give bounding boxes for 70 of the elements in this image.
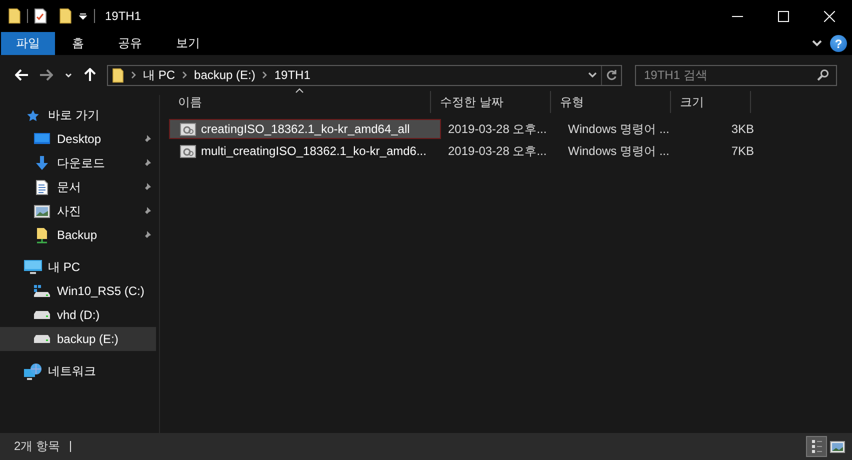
item-count: 2개 항목: [14, 438, 60, 455]
script-file-icon: [180, 144, 196, 158]
script-file-icon: [180, 122, 196, 136]
close-icon[interactable]: [824, 10, 834, 22]
folder-icon[interactable]: [112, 68, 124, 82]
sidebar-item[interactable]: 사진: [0, 199, 156, 223]
ribbon-tab[interactable]: 공유: [101, 32, 159, 55]
date-cell-text: 2019-03-28 오후...: [447, 120, 548, 138]
search-field[interactable]: 19TH1 검색: [635, 64, 837, 86]
sidebar-item[interactable]: vhd (D:): [0, 303, 156, 327]
refresh-icon[interactable]: [606, 69, 617, 81]
star-icon: [26, 108, 40, 122]
down-arrow-icon: [35, 156, 49, 170]
details-view-icon: [812, 440, 822, 453]
maximize-icon[interactable]: [778, 10, 788, 22]
column-header[interactable]: 이름: [169, 91, 431, 113]
type-cell-text: Windows 명령어 ...: [567, 120, 670, 138]
breadcrumb-item[interactable]: backup (E:): [190, 68, 260, 82]
file-row[interactable]: multi_creatingISO_18362.1_ko-kr_amd6...: [169, 141, 441, 161]
sidebar-item[interactable]: 네트워크: [0, 359, 156, 383]
chevron-down-icon[interactable]: [812, 40, 822, 47]
breadcrumb-item[interactable]: 내 PC: [139, 66, 180, 84]
picture-frame-icon: [34, 204, 50, 218]
chevron-right-icon[interactable]: [262, 71, 268, 79]
document-icon: [36, 180, 48, 194]
network-folder-icon: [35, 226, 49, 244]
sidebar-item[interactable]: 바로 가기: [0, 103, 156, 127]
chevron-right-icon[interactable]: [182, 71, 188, 79]
type-cell-text: Windows 명령어 ...: [567, 142, 670, 160]
file-name: creatingISO_18362.1_ko-kr_amd64_all: [201, 122, 410, 136]
date-cell-text: 2019-03-28 오후...: [447, 142, 548, 160]
sidebar-item[interactable]: Win10_RS5 (C:): [0, 279, 156, 303]
column-header[interactable]: 크기: [671, 91, 751, 113]
search-icon[interactable]: [817, 68, 829, 80]
folder-icon[interactable]: [8, 8, 21, 24]
sidebar-item[interactable]: backup (E:): [0, 327, 156, 351]
view-button[interactable]: [806, 436, 827, 457]
window-title: 19TH1: [105, 9, 142, 23]
ribbon-tab[interactable]: 홈: [55, 32, 101, 55]
sidebar-item[interactable]: 문서: [0, 175, 156, 199]
back-arrow-icon[interactable]: [15, 69, 29, 81]
address-bar[interactable]: 내 PC backup (E:) 19TH1: [107, 64, 622, 86]
chevron-down-icon[interactable]: [588, 72, 597, 78]
monitor-icon: [34, 133, 50, 145]
sidebar-item[interactable]: 다운로드: [0, 151, 156, 175]
ribbon-tab[interactable]: 보기: [159, 32, 217, 55]
sidebar-item[interactable]: Backup: [0, 223, 156, 247]
size-cell-text: 3KB: [730, 122, 754, 136]
sidebar-item[interactable]: Desktop: [0, 127, 156, 151]
up-arrow-icon[interactable]: [84, 68, 96, 82]
computer-icon: [24, 260, 42, 274]
chevron-right-icon[interactable]: [131, 71, 136, 79]
file-row[interactable]: creatingISO_18362.1_ko-kr_amd64_all: [169, 119, 441, 139]
network-icon: [24, 362, 42, 380]
file-name: multi_creatingISO_18362.1_ko-kr_amd6...: [201, 144, 426, 158]
drive-icon: [34, 285, 50, 297]
large-icons-view-icon: [830, 440, 845, 452]
sidebar-item[interactable]: 내 PC: [0, 255, 156, 279]
properties-icon[interactable]: [34, 8, 47, 24]
column-header[interactable]: 수정한 날짜: [431, 91, 551, 113]
new-folder-icon[interactable]: [59, 8, 72, 24]
column-header[interactable]: 유형: [551, 91, 671, 113]
drive-icon: [34, 311, 50, 319]
ribbon-tab[interactable]: 파일: [1, 32, 55, 55]
chevron-down-icon[interactable]: [64, 72, 72, 78]
caret-icon[interactable]: [78, 11, 88, 21]
size-cell-text: 7KB: [730, 144, 754, 158]
forward-arrow-icon[interactable]: [39, 69, 53, 81]
breadcrumb-item[interactable]: 19TH1: [270, 68, 314, 82]
drive-icon: [34, 335, 50, 343]
